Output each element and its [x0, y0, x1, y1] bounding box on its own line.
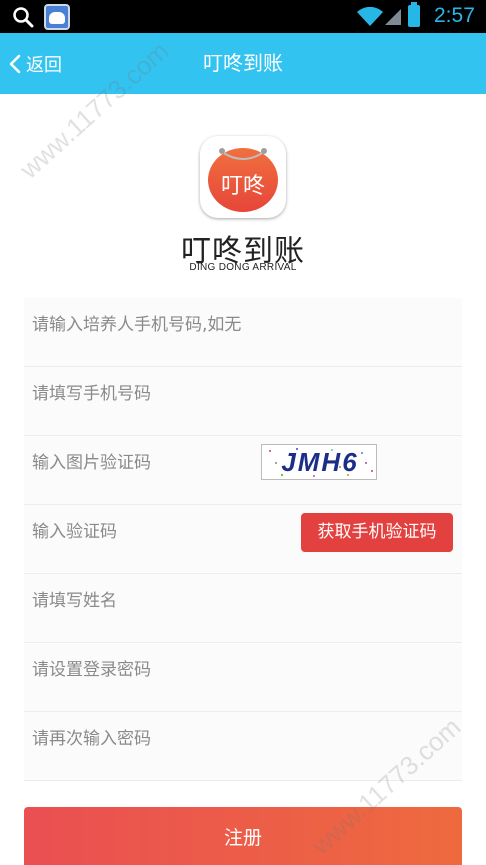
confirm-password-field[interactable]: 请再次输入密码: [24, 712, 462, 781]
name-field[interactable]: 请填写姓名: [24, 574, 462, 643]
field-placeholder: 请输入培养人手机号码,如无: [32, 315, 242, 335]
register-button[interactable]: 注册: [24, 807, 462, 865]
password-field[interactable]: 请设置登录密码: [24, 643, 462, 712]
field-placeholder: 请填写姓名: [32, 591, 117, 611]
image-captcha-field[interactable]: 输入图片验证码 JMH6: [24, 436, 462, 505]
guardian-phone-field[interactable]: 请输入培养人手机号码,如无: [24, 298, 462, 367]
captcha-image[interactable]: JMH6: [261, 444, 377, 480]
status-time: 2:57: [434, 4, 475, 27]
nav-bar: 返回 叮咚到账: [0, 33, 486, 94]
search-icon: [13, 7, 34, 28]
field-placeholder: 请设置登录密码: [32, 660, 151, 680]
app-logo: 叮咚: [200, 136, 286, 218]
field-placeholder: 输入验证码: [32, 522, 117, 542]
sms-code-field[interactable]: 输入验证码 获取手机验证码: [24, 505, 462, 574]
baidu-app-icon: [44, 4, 70, 30]
field-placeholder: 请填写手机号码: [32, 384, 151, 404]
brand-name-en: DING DONG ARRIVAL: [189, 262, 297, 273]
page-title: 叮咚到账: [203, 51, 283, 75]
field-placeholder: 输入图片验证码: [32, 453, 151, 473]
get-sms-code-button[interactable]: 获取手机验证码: [301, 513, 453, 552]
battery-icon: [408, 2, 420, 27]
captcha-code: JMH6: [281, 447, 359, 477]
field-placeholder: 请再次输入密码: [32, 729, 151, 749]
signal-icon: [385, 9, 401, 25]
register-form: 请输入培养人手机号码,如无 请填写手机号码 输入图片验证码 JMH6 输入验证码…: [24, 298, 462, 781]
logo-text: 叮咚: [220, 174, 265, 199]
wifi-icon: [357, 7, 383, 26]
phone-field[interactable]: 请填写手机号码: [24, 367, 462, 436]
status-bar: 2:57: [0, 0, 486, 33]
